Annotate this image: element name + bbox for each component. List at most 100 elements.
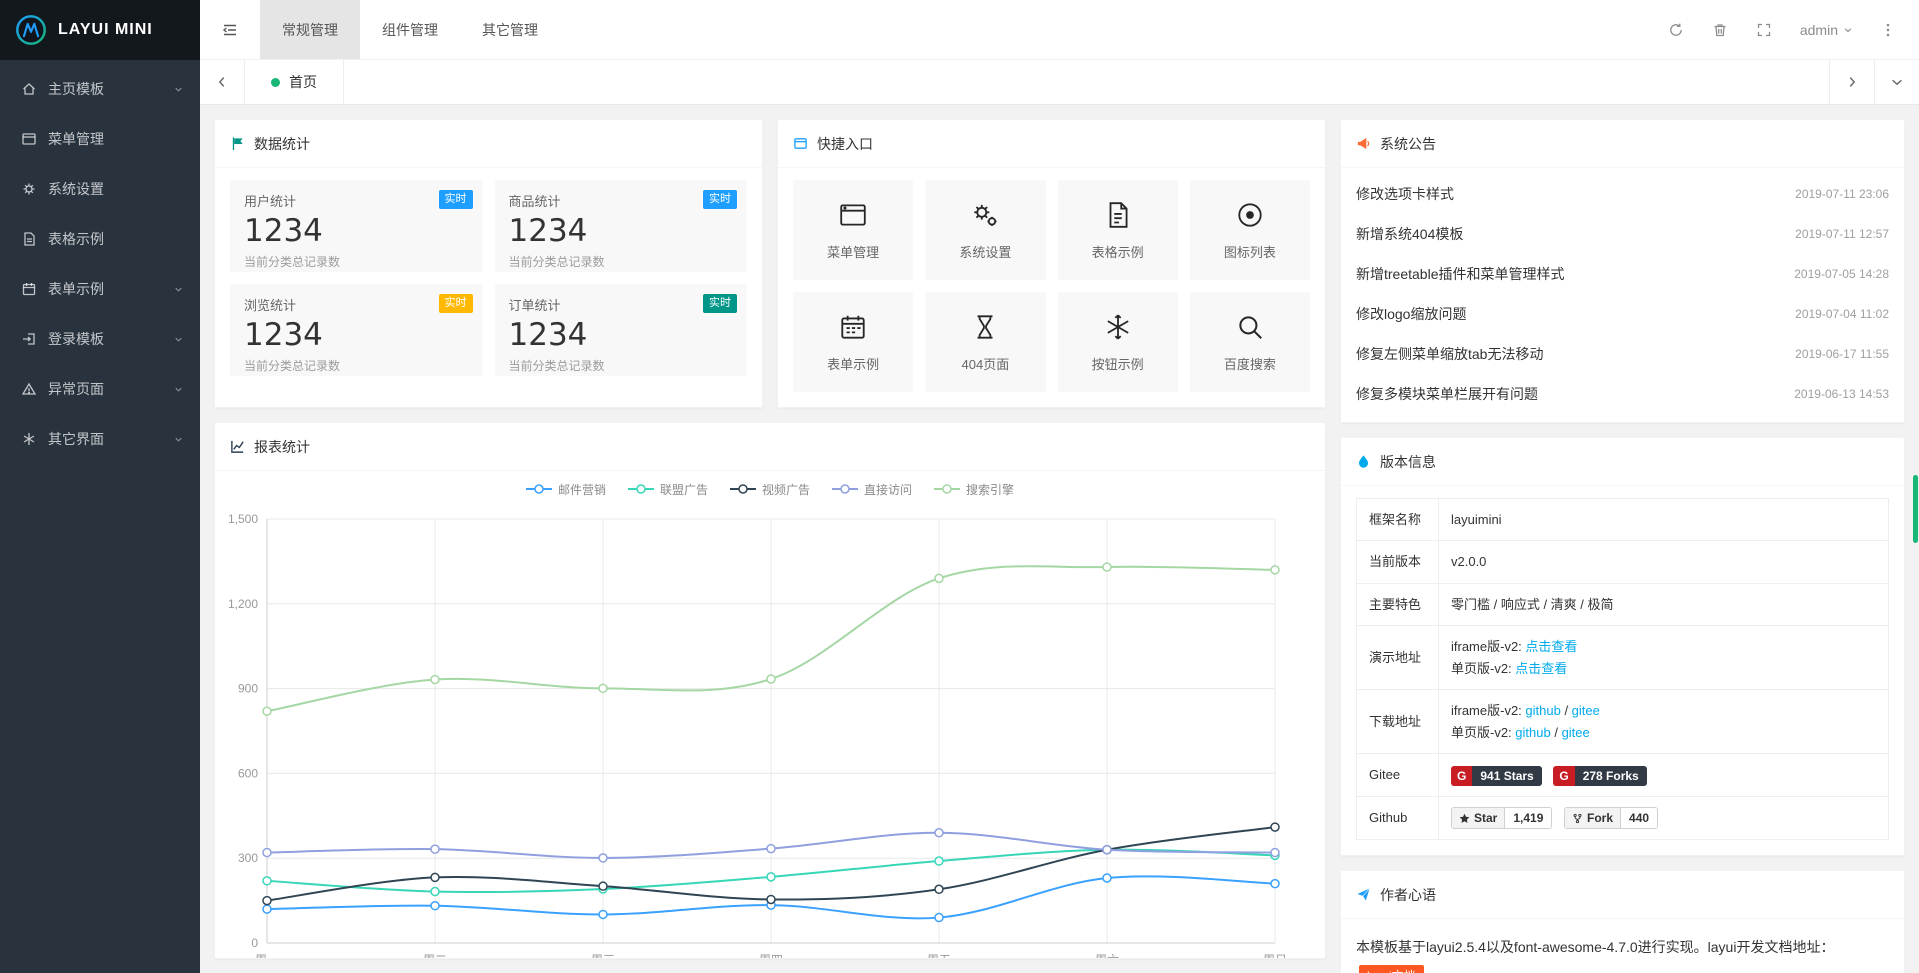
home-icon bbox=[20, 81, 38, 97]
legend-item[interactable]: 视频广告 bbox=[730, 481, 810, 498]
sidebar-collapse-button[interactable] bbox=[200, 0, 260, 59]
sidebar-item-system-settings[interactable]: 系统设置 bbox=[0, 164, 200, 214]
gitee-stars-text: 941 Stars bbox=[1472, 766, 1541, 786]
chevron-down-icon bbox=[173, 334, 184, 345]
paper-plane-icon bbox=[1356, 887, 1371, 902]
content-right-column: 系统公告 修改选项卡样式 2019-07-11 23:06 新增系统404模板 … bbox=[1340, 119, 1905, 959]
fullscreen-button[interactable] bbox=[1742, 0, 1786, 59]
sidebar-item-label: 主页模板 bbox=[48, 79, 173, 99]
stat-value: 1234 bbox=[244, 213, 469, 249]
demo-iframe-link[interactable]: 点击查看 bbox=[1525, 639, 1577, 654]
quick-entry-404-page[interactable]: 404页面 bbox=[925, 292, 1045, 392]
download-gitee-link[interactable]: gitee bbox=[1562, 725, 1590, 740]
chevron-down-icon bbox=[173, 84, 184, 95]
quick-entry-baidu-search[interactable]: 百度搜索 bbox=[1190, 292, 1310, 392]
version-table-wrap: 框架名称 layuimini 当前版本 v2.0.0 主要特色 零门槛 / 响应… bbox=[1341, 486, 1904, 855]
sidebar-item-label: 系统设置 bbox=[48, 179, 184, 199]
download-github-link[interactable]: github bbox=[1525, 703, 1560, 718]
stat-box-orders: 订单统计 1234 当前分类总记录数 实时 bbox=[495, 284, 748, 376]
snowflake-icon bbox=[1103, 312, 1133, 342]
quick-entry-table-examples[interactable]: 表格示例 bbox=[1058, 180, 1178, 280]
content-area: 数据统计 用户统计 1234 当前分类总记录数 实时 商品统计 1 bbox=[200, 105, 1919, 973]
github-star-badge[interactable]: Star 1,419 bbox=[1451, 807, 1552, 829]
sidebar-item-login-templates[interactable]: 登录模板 bbox=[0, 314, 200, 364]
stats-card-title: 数据统计 bbox=[254, 134, 310, 154]
tabs-scroll-left-button[interactable] bbox=[200, 60, 245, 104]
gitee-stars-badge[interactable]: G941 Stars bbox=[1451, 766, 1542, 786]
legend-item[interactable]: 直接访问 bbox=[832, 481, 912, 498]
gitee-forks-text: 278 Forks bbox=[1575, 766, 1647, 786]
sidebar-item-error-pages[interactable]: 异常页面 bbox=[0, 364, 200, 414]
svg-text:周四: 周四 bbox=[759, 953, 783, 959]
tabs-scroll-right-button[interactable] bbox=[1829, 60, 1874, 104]
legend-item[interactable]: 联盟广告 bbox=[628, 481, 708, 498]
stats-grid: 用户统计 1234 当前分类总记录数 实时 商品统计 1234 当前分类总记录数… bbox=[215, 168, 762, 391]
clear-cache-button[interactable] bbox=[1698, 0, 1742, 59]
download-gitee-link[interactable]: gitee bbox=[1572, 703, 1600, 718]
sidebar-item-table-examples[interactable]: 表格示例 bbox=[0, 214, 200, 264]
announcement-link[interactable]: 新增treetable插件和菜单管理样式 bbox=[1356, 264, 1564, 284]
announcement-link[interactable]: 修复左侧菜单缩放tab无法移动 bbox=[1356, 344, 1543, 364]
sidebar-item-label: 其它界面 bbox=[48, 429, 173, 449]
announcement-link[interactable]: 修复多模块菜单栏展开有问题 bbox=[1356, 384, 1538, 404]
quick-entry-button-examples[interactable]: 按钮示例 bbox=[1058, 292, 1178, 392]
sidebar-item-form-examples[interactable]: 表单示例 bbox=[0, 264, 200, 314]
version-row-label: 当前版本 bbox=[1357, 541, 1439, 583]
window-icon bbox=[793, 136, 808, 151]
page-tab-label: 首页 bbox=[289, 72, 317, 92]
download-line-prefix: iframe版-v2: bbox=[1451, 703, 1525, 718]
file-icon bbox=[20, 231, 38, 247]
quick-entry-system-settings[interactable]: 系统设置 bbox=[925, 180, 1045, 280]
refresh-button[interactable] bbox=[1654, 0, 1698, 59]
announcement-link[interactable]: 新增系统404模板 bbox=[1356, 224, 1463, 244]
login-icon bbox=[20, 331, 38, 347]
realtime-badge: 实时 bbox=[439, 190, 473, 209]
download-github-link[interactable]: github bbox=[1515, 725, 1550, 740]
flag-icon bbox=[230, 136, 245, 151]
table-row: Gitee G941 Stars G278 Forks bbox=[1357, 754, 1889, 797]
quick-entry-label: 表格示例 bbox=[1092, 242, 1144, 261]
legend-item[interactable]: 邮件营销 bbox=[526, 481, 606, 498]
legend-item[interactable]: 搜索引擎 bbox=[934, 481, 1014, 498]
stat-desc: 当前分类总记录数 bbox=[244, 253, 469, 270]
tab-component-manage[interactable]: 组件管理 bbox=[360, 0, 460, 59]
app-title: LAYUI MINI bbox=[58, 21, 153, 39]
table-row: 主要特色 零门槛 / 响应式 / 清爽 / 极简 bbox=[1357, 583, 1889, 625]
page-tab-home[interactable]: 首页 bbox=[245, 60, 344, 104]
gitee-forks-badge[interactable]: G278 Forks bbox=[1553, 766, 1646, 786]
main-area: 常规管理 组件管理 其它管理 admin bbox=[200, 0, 1919, 973]
page-tab-strip: 首页 bbox=[200, 60, 1919, 105]
layui-doc-badge[interactable]: layui文档 bbox=[1359, 965, 1424, 973]
page-scrollbar-thumb[interactable] bbox=[1913, 475, 1918, 543]
github-fork-badge[interactable]: Fork 440 bbox=[1564, 807, 1658, 829]
tabs-dropdown-button[interactable] bbox=[1874, 60, 1919, 104]
header-tabs: 常规管理 组件管理 其它管理 bbox=[260, 0, 560, 59]
version-table: 框架名称 layuimini 当前版本 v2.0.0 主要特色 零门槛 / 响应… bbox=[1356, 498, 1889, 840]
version-card-title: 版本信息 bbox=[1380, 452, 1436, 472]
version-card: 版本信息 框架名称 layuimini 当前版本 v2.0.0 bbox=[1340, 437, 1905, 856]
announcement-row: 修复多模块菜单栏展开有问题 2019-06-13 14:53 bbox=[1356, 374, 1889, 414]
quick-entry-menu-manage[interactable]: 菜单管理 bbox=[793, 180, 913, 280]
author-intro-text: 本模板基于layui2.5.4以及font-awesome-4.7.0进行实现。… bbox=[1356, 939, 1834, 955]
announcement-link[interactable]: 修改选项卡样式 bbox=[1356, 184, 1454, 204]
announcement-date: 2019-07-11 23:06 bbox=[1795, 187, 1889, 201]
announcement-card-title: 系统公告 bbox=[1380, 134, 1436, 154]
sidebar-item-home-templates[interactable]: 主页模板 bbox=[0, 64, 200, 114]
link-separator: / bbox=[1551, 725, 1562, 740]
stat-box-products: 商品统计 1234 当前分类总记录数 实时 bbox=[495, 180, 748, 272]
version-row-label: 主要特色 bbox=[1357, 583, 1439, 625]
tab-general-manage[interactable]: 常规管理 bbox=[260, 0, 360, 59]
quick-entry-label: 404页面 bbox=[962, 354, 1010, 373]
chevron-down-icon bbox=[173, 284, 184, 295]
quick-entry-form-examples[interactable]: 表单示例 bbox=[793, 292, 913, 392]
tab-other-manage[interactable]: 其它管理 bbox=[460, 0, 560, 59]
sidebar-item-label: 表格示例 bbox=[48, 229, 184, 249]
user-menu[interactable]: admin bbox=[1786, 0, 1867, 59]
more-menu-button[interactable] bbox=[1867, 0, 1909, 59]
demo-single-page-link[interactable]: 点击查看 bbox=[1515, 661, 1567, 676]
announcement-link[interactable]: 修改logo缩放问题 bbox=[1356, 304, 1466, 324]
sidebar-item-other-ui[interactable]: 其它界面 bbox=[0, 414, 200, 464]
quick-entry-icon-list[interactable]: 图标列表 bbox=[1190, 180, 1310, 280]
sidebar-item-menu-manage[interactable]: 菜单管理 bbox=[0, 114, 200, 164]
chevron-left-icon bbox=[215, 75, 229, 89]
